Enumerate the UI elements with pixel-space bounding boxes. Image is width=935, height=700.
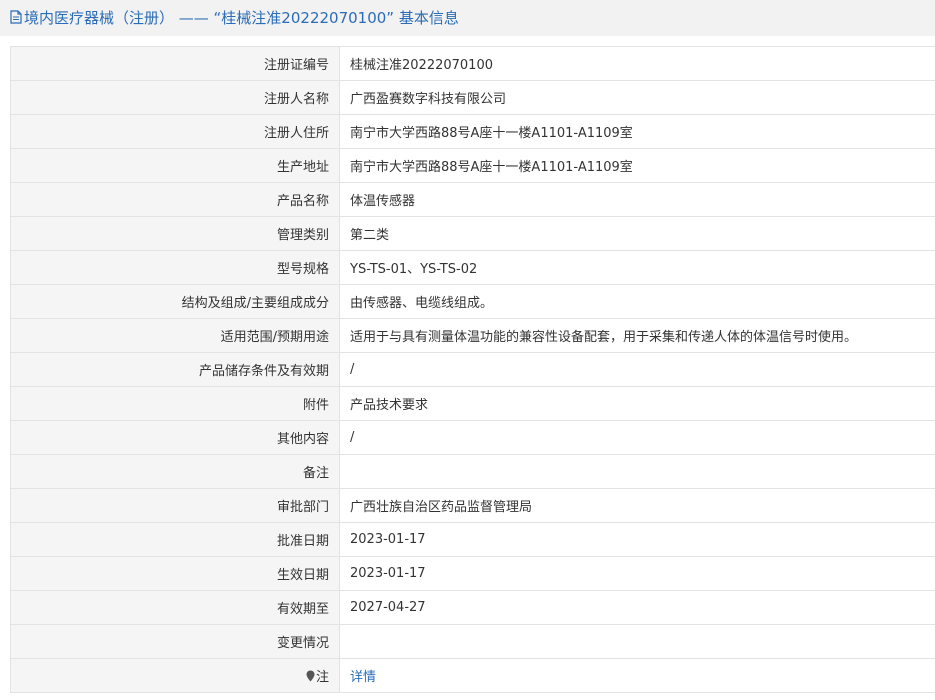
info-table-container: 注册证编号 桂械注准20222070100 注册人名称 广西盈赛数字科技有限公司 注册人…: [10, 46, 935, 693]
row-label: 有效期至: [10, 590, 340, 625]
table-row: 注册证编号 桂械注准20222070100: [10, 46, 935, 81]
note-row: 注 详情: [10, 658, 935, 693]
row-value: 产品技术要求: [339, 386, 935, 421]
table-row: 适用范围/预期用途 适用于与具有测量体温功能的兼容性设备配套，用于采集和传递人体的…: [10, 318, 935, 353]
page-title-text: 境内医疗器械（注册） —— “桂械注准20222070100” 基本信息: [24, 8, 459, 27]
table-row: 型号规格 YS-TS-01、YS-TS-02: [10, 250, 935, 285]
row-value: 2027-04-27: [339, 590, 935, 625]
row-label: 产品储存条件及有效期: [10, 352, 340, 387]
row-value: 广西壮族自治区药品监督管理局: [339, 488, 935, 523]
row-value: 第二类: [339, 216, 935, 251]
row-label: 管理类别: [10, 216, 340, 251]
row-label: 批准日期: [10, 522, 340, 557]
row-label: 附件: [10, 386, 340, 421]
row-label: 注册人住所: [10, 114, 340, 149]
table-row: 备注: [10, 454, 935, 489]
row-value: 桂械注准20222070100: [339, 46, 935, 81]
table-row: 产品储存条件及有效期 /: [10, 352, 935, 387]
note-label-cell: 注: [10, 658, 340, 693]
row-label: 产品名称: [10, 182, 340, 217]
table-row: 结构及组成/主要组成成分 由传感器、电缆线组成。: [10, 284, 935, 319]
table-row: 生效日期 2023-01-17: [10, 556, 935, 591]
row-label: 其他内容: [10, 420, 340, 455]
row-label: 注册人名称: [10, 80, 340, 115]
row-label: 适用范围/预期用途: [10, 318, 340, 353]
row-label: 生产地址: [10, 148, 340, 183]
table-row: 变更情况: [10, 624, 935, 659]
table-row: 管理类别 第二类: [10, 216, 935, 251]
row-value: 南宁市大学西路88号A座十一楼A1101-A1109室: [339, 148, 935, 183]
row-value: 2023-01-17: [339, 522, 935, 557]
page-title: 境内医疗器械（注册） —— “桂械注准20222070100” 基本信息: [10, 6, 459, 28]
row-label: 备注: [10, 454, 340, 489]
details-link[interactable]: 详情: [350, 670, 376, 685]
row-label: 变更情况: [10, 624, 340, 659]
row-label: 注册证编号: [10, 46, 340, 81]
row-label: 型号规格: [10, 250, 340, 285]
note-value-cell: 详情: [339, 658, 935, 693]
table-row: 注册人住所 南宁市大学西路88号A座十一楼A1101-A1109室: [10, 114, 935, 149]
row-label: 结构及组成/主要组成成分: [10, 284, 340, 319]
row-value: /: [339, 420, 935, 455]
document-icon: [10, 10, 22, 24]
row-value: 由传感器、电缆线组成。: [339, 284, 935, 319]
table-row: 有效期至 2027-04-27: [10, 590, 935, 625]
row-value: 适用于与具有测量体温功能的兼容性设备配套，用于采集和传递人体的体温信号时使用。: [339, 318, 935, 353]
table-row: 审批部门 广西壮族自治区药品监督管理局: [10, 488, 935, 523]
table-row: 附件 产品技术要求: [10, 386, 935, 421]
row-value: 南宁市大学西路88号A座十一楼A1101-A1109室: [339, 114, 935, 149]
note-label: 注: [315, 670, 329, 685]
info-table: 注册证编号 桂械注准20222070100 注册人名称 广西盈赛数字科技有限公司 注册人…: [10, 46, 935, 693]
row-value: [339, 454, 935, 489]
row-value: [339, 624, 935, 659]
row-value: 广西盈赛数字科技有限公司: [339, 80, 935, 115]
row-label: 生效日期: [10, 556, 340, 591]
table-row: 其他内容 /: [10, 420, 935, 455]
table-row: 批准日期 2023-01-17: [10, 522, 935, 557]
row-value: /: [339, 352, 935, 387]
row-value: 2023-01-17: [339, 556, 935, 591]
row-value: 体温传感器: [339, 182, 935, 217]
row-value: YS-TS-01、YS-TS-02: [339, 250, 935, 285]
row-label: 审批部门: [10, 488, 340, 523]
table-row: 注册人名称 广西盈赛数字科技有限公司: [10, 80, 935, 115]
header-bar: 境内医疗器械（注册） —— “桂械注准20222070100” 基本信息: [0, 0, 935, 36]
table-row: 生产地址 南宁市大学西路88号A座十一楼A1101-A1109室: [10, 148, 935, 183]
info-table-body: 注册证编号 桂械注准20222070100 注册人名称 广西盈赛数字科技有限公司 注册人…: [10, 46, 935, 693]
pin-icon: [306, 670, 315, 682]
table-row: 产品名称 体温传感器: [10, 182, 935, 217]
